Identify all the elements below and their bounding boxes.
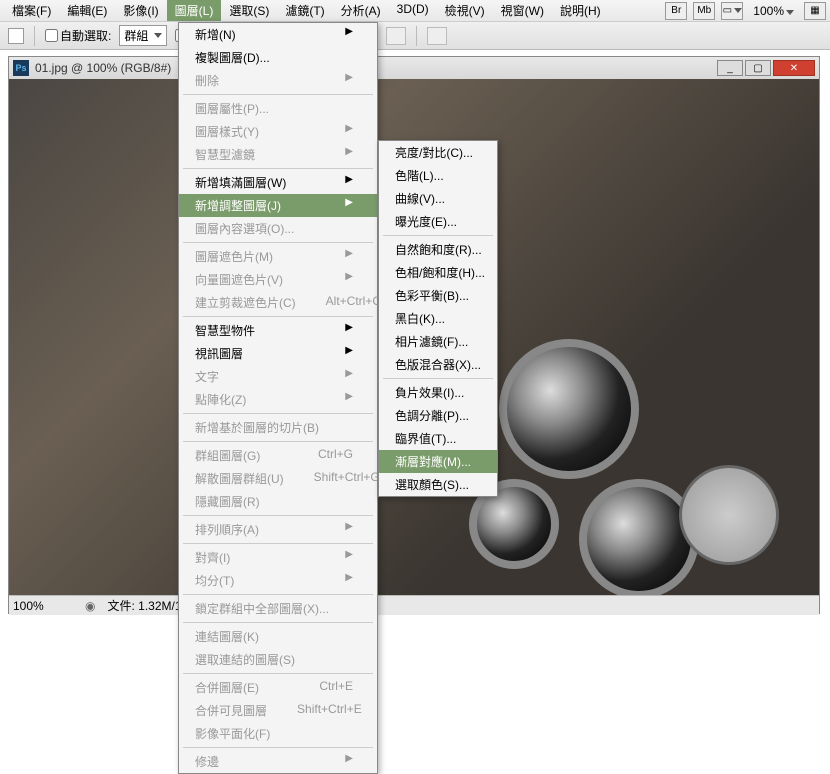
zoom-level-label[interactable]: 100% xyxy=(749,4,798,18)
menu-item: 對齊(I)▶ xyxy=(179,546,377,569)
menu-item: 向量圖遮色片(V)▶ xyxy=(179,268,377,291)
menu-item[interactable]: 臨界值(T)... xyxy=(379,427,497,450)
minibridge-icon[interactable]: Mb xyxy=(693,2,715,20)
menu-item[interactable]: 色調分離(P)... xyxy=(379,404,497,427)
menu-item: 修邊▶ xyxy=(179,750,377,773)
menu-item[interactable]: 色相/飽和度(H)... xyxy=(379,261,497,284)
auto-select-target-dropdown[interactable]: 群組 xyxy=(119,25,167,46)
menu-檢視[interactable]: 檢視(V) xyxy=(437,0,493,21)
menu-item[interactable]: 色版混合器(X)... xyxy=(379,353,497,376)
menu-item: 解散圖層群組(U)Shift+Ctrl+G xyxy=(179,467,377,490)
auto-select-checkbox[interactable]: 自動選取: xyxy=(45,27,111,44)
minimize-button[interactable]: _ xyxy=(717,60,743,76)
menu-item[interactable]: 曲線(V)... xyxy=(379,187,497,210)
menu-item: 智慧型濾鏡▶ xyxy=(179,143,377,166)
menu-item[interactable]: 色彩平衡(B)... xyxy=(379,284,497,307)
menu-item: 圖層內容選項(O)... xyxy=(179,217,377,240)
menu-item[interactable]: 漸層對應(M)... xyxy=(379,450,497,473)
menu-item: 圖層樣式(Y)▶ xyxy=(179,120,377,143)
close-button[interactable]: ✕ xyxy=(773,60,815,76)
status-bar: 100% ◉ 文件: 1.32M/1.32M ▶ xyxy=(9,595,819,615)
menu-item: 均分(T)▶ xyxy=(179,569,377,592)
menu-item[interactable]: 自然飽和度(R)... xyxy=(379,238,497,261)
menu-item: 刪除▶ xyxy=(179,69,377,92)
menu-圖層[interactable]: 圖層(L) xyxy=(167,0,222,21)
menu-item[interactable]: 負片效果(I)... xyxy=(379,381,497,404)
maximize-button[interactable]: ▢ xyxy=(745,60,771,76)
menu-item[interactable]: 色階(L)... xyxy=(379,164,497,187)
bridge-icon[interactable]: Br xyxy=(665,2,687,20)
menu-item[interactable]: 黑白(K)... xyxy=(379,307,497,330)
menu-檔案[interactable]: 檔案(F) xyxy=(4,0,59,21)
menu-item: 建立剪裁遮色片(C)Alt+Ctrl+G xyxy=(179,291,377,314)
menu-3d[interactable]: 3D(D) xyxy=(389,0,437,21)
menu-item: 合併圖層(E)Ctrl+E xyxy=(179,676,377,699)
adjustment-layer-submenu: 亮度/對比(C)...色階(L)...曲線(V)...曝光度(E)... 自然飽和… xyxy=(378,140,498,497)
menu-item[interactable]: 亮度/對比(C)... xyxy=(379,141,497,164)
menu-item[interactable]: 複製圖層(D)... xyxy=(179,46,377,69)
menu-編輯[interactable]: 編輯(E) xyxy=(59,0,115,21)
menu-item[interactable]: 新增填滿圖層(W)▶ xyxy=(179,171,377,194)
menu-item: 連結圖層(K) xyxy=(179,625,377,648)
options-toolbar: 自動選取: 群組 xyxy=(0,22,830,50)
status-zoom[interactable]: 100% xyxy=(13,599,73,613)
menu-說明[interactable]: 說明(H) xyxy=(552,0,609,21)
menu-item: 群組圖層(G)Ctrl+G xyxy=(179,444,377,467)
menu-item: 影像平面化(F) xyxy=(179,722,377,745)
menu-item[interactable]: 曝光度(E)... xyxy=(379,210,497,233)
workspace-icon[interactable]: ▦ xyxy=(804,2,826,20)
menu-item: 隱藏圖層(R) xyxy=(179,490,377,513)
menu-視窗[interactable]: 視窗(W) xyxy=(493,0,552,21)
menu-item: 排列順序(A)▶ xyxy=(179,518,377,541)
screen-mode-icon[interactable]: ▭ xyxy=(721,2,743,20)
status-info-icon[interactable]: ◉ xyxy=(85,599,95,613)
menu-item: 點陣化(Z)▶ xyxy=(179,388,377,411)
photoshop-icon: Ps xyxy=(13,60,29,76)
menu-item: 選取連結的圖層(S) xyxy=(179,648,377,671)
distribute-button-1[interactable] xyxy=(427,27,447,45)
align-button-6[interactable] xyxy=(386,27,406,45)
menu-item[interactable]: 選取顏色(S)... xyxy=(379,473,497,496)
menu-item: 圖層屬性(P)... xyxy=(179,97,377,120)
menu-item[interactable]: 視訊圖層▶ xyxy=(179,342,377,365)
menu-item: 文字▶ xyxy=(179,365,377,388)
menu-分析[interactable]: 分析(A) xyxy=(333,0,389,21)
menu-item[interactable]: 新增(N)▶ xyxy=(179,23,377,46)
menu-選取[interactable]: 選取(S) xyxy=(221,0,277,21)
move-tool-preset-icon[interactable] xyxy=(8,28,24,44)
document-titlebar: Ps 01.jpg @ 100% (RGB/8#) _ ▢ ✕ xyxy=(9,57,819,79)
layer-menu-dropdown: 新增(N)▶複製圖層(D)...刪除▶圖層屬性(P)...圖層樣式(Y)▶智慧型… xyxy=(178,22,378,774)
menu-濾鏡[interactable]: 濾鏡(T) xyxy=(277,0,332,21)
menu-item[interactable]: 新增調整圖層(J)▶ xyxy=(179,194,377,217)
menu-item: 圖層遮色片(M)▶ xyxy=(179,245,377,268)
main-menubar: 檔案(F)編輯(E)影像(I)圖層(L)選取(S)濾鏡(T)分析(A)3D(D)… xyxy=(0,0,830,22)
menu-item: 合併可見圖層Shift+Ctrl+E xyxy=(179,699,377,722)
menu-item: 鎖定群組中全部圖層(X)... xyxy=(179,597,377,620)
menu-item: 新增基於圖層的切片(B) xyxy=(179,416,377,439)
menu-影像[interactable]: 影像(I) xyxy=(115,0,166,21)
menu-item[interactable]: 相片濾鏡(F)... xyxy=(379,330,497,353)
menu-item[interactable]: 智慧型物件▶ xyxy=(179,319,377,342)
